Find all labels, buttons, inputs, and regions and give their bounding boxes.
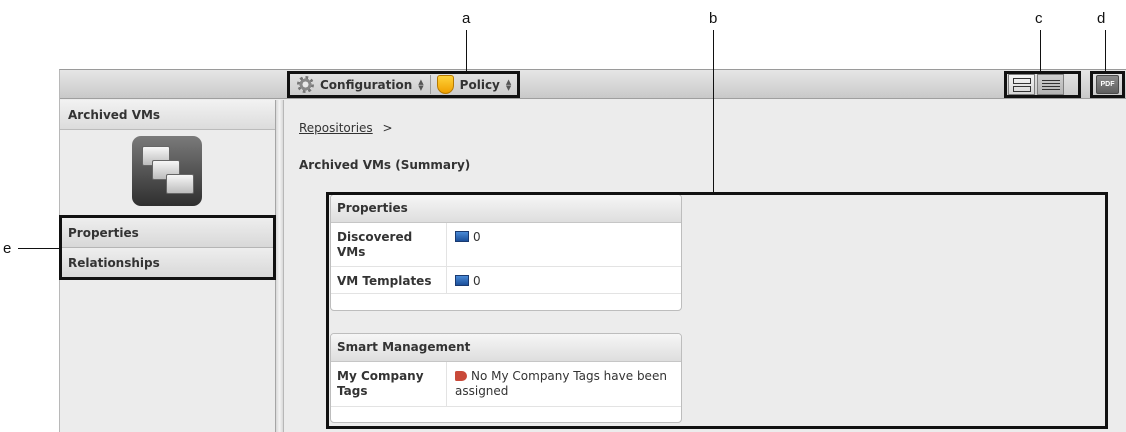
main-content: Repositories > Archived VMs (Summary) Pr… (285, 100, 1126, 432)
properties-panel-title: Properties (331, 195, 681, 223)
list-view-icon (1041, 79, 1060, 81)
row-label: Discovered VMs (331, 223, 447, 266)
configuration-label: Configuration (320, 77, 413, 92)
view-toggle-group (1007, 73, 1065, 96)
app-window: Configuration ▲ ▼ Policy ▲ ▼ PDF Archive… (59, 69, 1126, 432)
sidebar-item-properties[interactable]: Properties (60, 218, 276, 248)
callout-c: c (1035, 10, 1043, 27)
properties-panel: Properties Discovered VMs 0 VM Templates… (330, 194, 682, 311)
configuration-button[interactable]: Configuration ▲ ▼ (291, 73, 430, 96)
row-value: 0 (447, 267, 681, 293)
list-view-icon-part (1041, 82, 1060, 84)
toolbar: Configuration ▲ ▼ Policy ▲ ▼ PDF (60, 70, 1126, 99)
list-view-icon-part (1041, 88, 1060, 90)
tag-icon (455, 371, 467, 381)
pdf-button[interactable]: PDF (1096, 75, 1119, 94)
tile-view-icon-part (1012, 85, 1031, 92)
toolbar-menu-group: Configuration ▲ ▼ Policy ▲ ▼ (291, 73, 517, 96)
callout-line-a (466, 30, 467, 72)
callout-line-b (713, 30, 714, 193)
callout-line-e (18, 248, 60, 249)
table-row: Discovered VMs 0 (331, 223, 681, 267)
gear-icon (297, 76, 314, 93)
callout-b: b (709, 10, 718, 27)
row-value: 0 (447, 223, 681, 266)
archived-vms-folders-icon (132, 136, 202, 206)
callout-d: d (1097, 10, 1106, 27)
callout-line-d (1105, 30, 1106, 72)
discovered-vms-count: 0 (473, 230, 481, 244)
updown-arrows-icon: ▲ ▼ (505, 77, 512, 92)
tile-view-button[interactable] (1008, 74, 1035, 95)
breadcrumb-link-repositories[interactable]: Repositories (299, 121, 373, 135)
vm-icon (455, 231, 469, 242)
pdf-group: PDF (1096, 73, 1119, 96)
tile-view-icon (1012, 77, 1031, 84)
row-label: My Company Tags (331, 362, 447, 406)
row-value: No My Company Tags have been assigned (447, 362, 681, 406)
policy-button[interactable]: Policy ▲ ▼ (431, 73, 518, 96)
vm-templates-count: 0 (473, 274, 481, 288)
smart-management-panel-title: Smart Management (331, 334, 681, 362)
breadcrumb-separator: > (382, 121, 393, 135)
page-title: Archived VMs (Summary) (299, 158, 471, 172)
sidebar: Archived VMs Properties Relationships (60, 100, 276, 432)
sidebar-item-relationships[interactable]: Relationships (60, 248, 276, 278)
updown-arrows-icon: ▲ ▼ (418, 77, 424, 92)
smart-management-panel: Smart Management My Company Tags No My C… (330, 333, 682, 423)
list-view-button[interactable] (1037, 74, 1064, 95)
callout-e: e (3, 240, 12, 257)
vm-icon (455, 275, 469, 286)
callout-line-c (1040, 30, 1041, 72)
sidebar-header: Archived VMs (60, 100, 275, 130)
folder-icon (166, 174, 194, 194)
shield-icon (436, 75, 454, 94)
list-view-icon-part (1041, 85, 1060, 87)
policy-label: Policy (459, 77, 500, 92)
sidebar-splitter[interactable] (276, 100, 284, 432)
pdf-icon: PDF (1100, 81, 1115, 88)
table-row: My Company Tags No My Company Tags have … (331, 362, 681, 407)
company-tags-value: No My Company Tags have been assigned (455, 369, 667, 398)
callout-a: a (462, 10, 471, 27)
row-label: VM Templates (331, 267, 447, 293)
table-row: VM Templates 0 (331, 267, 681, 294)
breadcrumb: Repositories > (299, 121, 393, 135)
